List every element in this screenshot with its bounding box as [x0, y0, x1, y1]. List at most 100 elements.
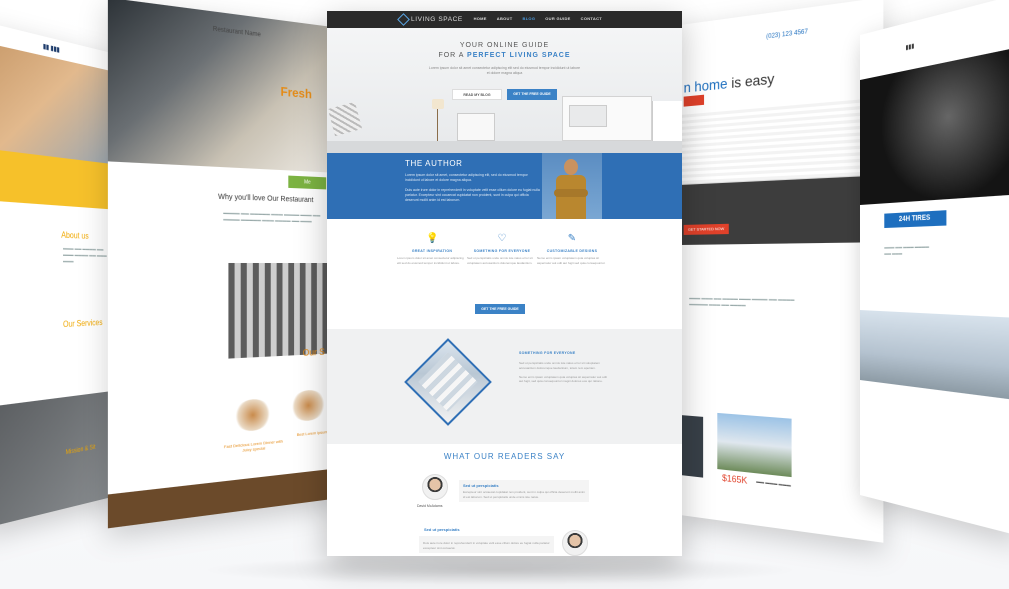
restaurant-interior-photo [228, 263, 340, 359]
diamond-logo-icon [397, 13, 410, 26]
heart-icon: ♡ [496, 233, 508, 245]
construction-services-heading: Our Services [63, 318, 103, 329]
realestate-form: GET STARTED NOW [680, 175, 883, 245]
author-body [556, 175, 586, 219]
features-free-guide-button[interactable]: GET THE FREE GUIDE [475, 304, 525, 314]
realestate-phone[interactable]: (023) 123 4567 [766, 29, 808, 41]
testimonial-text: Excepteur sint occaecat cupidatat non pr… [463, 490, 585, 499]
feature-item: 💡 GREAT INSPIRATION Lorem ipsum dolor si… [397, 233, 467, 265]
feature-title: GREAT INSPIRATION [397, 249, 467, 253]
something-text-2: Nemo enim ipsam voluptatem quia voluptas… [519, 375, 607, 384]
realestate-headline: n home is easy [684, 70, 775, 96]
testimonial-quote: Sed ut perspiciatis Excepteur sint occae… [459, 480, 589, 502]
something-section: SOMETHING FOR EVERYONE Sed ut perspiciat… [327, 329, 682, 444]
realestate-listing-price: $165K [722, 473, 747, 486]
author-head [564, 159, 578, 175]
hero-kitchen-counter [562, 96, 652, 141]
restaurant-why-text: ▬▬▬▬ ▬▬ ▬▬▬▬▬ ▬▬▬ ▬▬▬▬ ▬▬▬ ▬▬ ▬▬▬▬ ▬▬▬▬▬… [223, 210, 331, 225]
hero-kicker: YOUR ONLINE GUIDE [327, 42, 682, 49]
pencil-icon: ✎ [566, 233, 578, 245]
hero-title: FOR A PERFECT LIVING SPACE [327, 52, 682, 59]
author-section: THE AUTHOR Lorem ipsum dolor sit amet, c… [327, 153, 682, 219]
construction-page-preview[interactable]: ▮▮ ▮▮▮ About us ▬▬▬ ▬▬ ▬▬▬▬ ▬▬ ▬▬▬ ▬▬▬▬ … [0, 22, 120, 529]
features-section: 💡 GREAT INSPIRATION Lorem ipsum dolor si… [327, 219, 682, 329]
realestate-listing-image[interactable] [680, 415, 703, 478]
realestate-cta-button[interactable] [684, 95, 704, 107]
floor-shadow [200, 555, 800, 585]
restaurant-footer-image [108, 468, 340, 528]
site-logo-text: LIVING SPACE [411, 16, 463, 23]
reader-avatar [562, 530, 588, 556]
tires-text: ▬▬▬ ▬▬ ▬▬▬ ▬▬▬▬ ▬▬ ▬▬▬ [884, 243, 937, 257]
author-text-2: Duis aute irure dolor in reprehenderit i… [405, 188, 540, 202]
restaurant-dish-image [290, 389, 326, 422]
realestate-listing-address: ▬▬ ▬▬▬ ▬▬▬ [756, 478, 791, 487]
feature-description: Sed ut perspiciatis unde omnis iste natu… [467, 256, 537, 265]
hero-shelf [457, 113, 495, 141]
hero-title-prefix: FOR A [438, 52, 464, 59]
hero-subtitle: Lorem ipsum dolor sit amet consectetur a… [427, 66, 582, 76]
feature-title: SOMETHING FOR EVERYONE [467, 249, 537, 253]
restaurant-page-preview[interactable]: Restaurant Name The Secret to Fresh Me W… [108, 0, 340, 528]
nav-item-about[interactable]: ABOUT [497, 16, 513, 21]
restaurant-dish-image [234, 398, 272, 433]
construction-logo: ▮▮ ▮▮▮ [43, 43, 60, 54]
living-space-page[interactable]: LIVING SPACE HOME ABOUT BLOG OUR GUIDE C… [327, 11, 682, 556]
author-photo [542, 153, 602, 219]
reader-avatar [422, 474, 448, 500]
hero-section: YOUR ONLINE GUIDE FOR A PERFECT LIVING S… [327, 28, 682, 153]
hero-sink [652, 101, 682, 141]
tires-building-image [860, 310, 1009, 400]
realestate-city-sketch [680, 97, 883, 185]
construction-about-heading: About us [61, 230, 88, 241]
author-arms [554, 189, 588, 197]
nav-menu: HOME ABOUT BLOG OUR GUIDE CONTACT [474, 16, 602, 21]
testimonial-quote: Duis aute irure dolor in reprehenderit i… [419, 536, 554, 553]
realestate-text: ▬▬▬ ▬▬▬ ▬▬ ▬▬▬▬ ▬▬▬ ▬▬▬▬ ▬▬ ▬▬▬▬ ▬▬▬▬▬ ▬… [689, 295, 797, 309]
something-text: Sed ut perspiciatis unde omnis iste natu… [519, 361, 609, 384]
tires-hero-image [860, 47, 1009, 205]
testimonial-title: Sed ut perspiciatis [463, 483, 585, 488]
navbar: LIVING SPACE HOME ABOUT BLOG OUR GUIDE C… [327, 11, 682, 28]
restaurant-menu-heading: Our S [303, 347, 325, 358]
screenshot-stage: ▮▮ ▮▮▮ About us ▬▬▬ ▬▬ ▬▬▬▬ ▬▬ ▬▬▬ ▬▬▬▬ … [0, 0, 1009, 589]
author-title: THE AUTHOR [405, 159, 463, 168]
realestate-page-preview[interactable]: (023) 123 4567 n home is easy GET STARTE… [680, 0, 883, 543]
nav-item-our-guide[interactable]: OUR GUIDE [545, 16, 570, 21]
restaurant-dish-caption: Fast Delicious Lorem Dinner with Juicy s… [223, 438, 283, 454]
restaurant-menu-button[interactable]: Me [288, 176, 326, 190]
construction-about-text: ▬▬▬ ▬▬ ▬▬▬▬ ▬▬ ▬▬▬ ▬▬▬▬ ▬▬ ▬▬▬ ▬▬▬ [63, 245, 114, 265]
tires-page-preview[interactable]: ▮▮▮ 24H TIRES ▬▬▬ ▬▬ ▬▬▬ ▬▬▬▬ ▬▬ ▬▬▬ [860, 0, 1009, 535]
hero-floor-lamp [437, 101, 447, 141]
realestate-headline-suffix: is easy [731, 70, 774, 91]
diamond-photo [404, 338, 492, 426]
tires-24h-badge: 24H TIRES [884, 210, 946, 228]
readers-title: WHAT OUR READERS SAY [327, 452, 682, 461]
lightbulb-icon: 💡 [426, 233, 438, 245]
nav-item-contact[interactable]: CONTACT [581, 16, 602, 21]
feature-title: CUSTOMIZABLE DESIGNS [537, 249, 607, 253]
restaurant-hero-highlight: Fresh [281, 84, 312, 101]
hero-title-highlight: PERFECT LIVING SPACE [467, 52, 571, 59]
author-text-1: Lorem ipsum dolor sit amet, consectetur … [405, 173, 528, 182]
reader-name: David McAdams [417, 504, 442, 508]
nav-item-home[interactable]: HOME [474, 16, 487, 21]
readers-section: WHAT OUR READERS SAY David McAdams Sed u… [327, 444, 682, 556]
hero-floor [327, 141, 682, 153]
restaurant-why-heading: Why you'll love Our Restaurant [218, 194, 313, 205]
hero-wall-art [328, 102, 362, 136]
feature-description: Nemo enim ipsam voluptatem quia voluptas… [537, 256, 607, 265]
something-title: SOMETHING FOR EVERYONE [519, 351, 575, 355]
feature-item: ✎ CUSTOMIZABLE DESIGNS Nemo enim ipsam v… [537, 233, 607, 265]
realestate-form-button[interactable]: GET STARTED NOW [684, 224, 729, 235]
feature-description: Lorem ipsum dolor sit amet consectetur a… [397, 256, 467, 265]
author-text: Lorem ipsum dolor sit amet, consectetur … [405, 173, 540, 203]
something-text-1: Sed ut perspiciatis unde omnis iste natu… [519, 361, 600, 370]
site-logo[interactable]: LIVING SPACE [399, 14, 463, 25]
nav-item-blog[interactable]: BLOG [523, 16, 536, 21]
realestate-listing-image[interactable] [717, 413, 791, 477]
read-my-blog-button[interactable]: READ MY BLOG [452, 89, 502, 100]
testimonial-text: Duis aute irure dolor in reprehenderit i… [423, 541, 550, 550]
get-free-guide-button[interactable]: GET THE FREE GUIDE [507, 89, 557, 100]
testimonial-title: Sed ut perspiciatis [424, 527, 460, 532]
